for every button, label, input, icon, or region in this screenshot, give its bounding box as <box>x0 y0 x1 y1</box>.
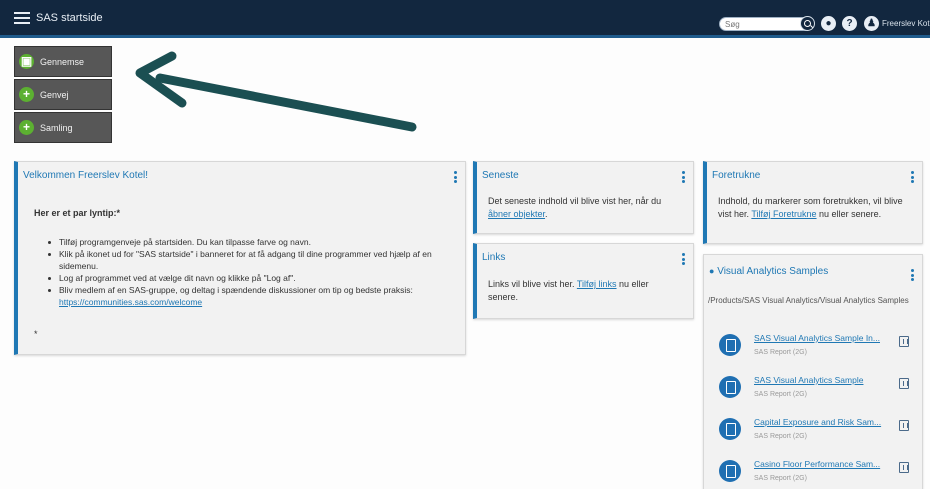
list-item: Tilføj programgenveje på startsiden. Du … <box>46 236 456 248</box>
welcome-heading: Her er et par lyntip:* <box>34 208 121 218</box>
more-options-icon[interactable] <box>682 253 685 265</box>
report-link[interactable]: SAS Visual Analytics Sample In... <box>754 333 880 343</box>
community-link[interactable]: https://communities.sas.com/welcome <box>59 297 202 307</box>
report-type: SAS Report (2G) <box>754 391 807 398</box>
tips-list: Tilføj programgenveje på startsiden. Du … <box>46 236 456 308</box>
favorites-title: Foretrukne <box>712 170 761 181</box>
open-objects-link[interactable]: åbner objekter <box>488 209 545 219</box>
report-icon <box>719 334 741 356</box>
more-options-icon[interactable] <box>454 171 457 183</box>
favorites-text: Indhold, du markerer som foretrukken, vi… <box>718 196 903 219</box>
report-type: SAS Report (2G) <box>754 433 807 440</box>
favorites-card: Foretrukne Indhold, du markerer som fore… <box>703 161 923 244</box>
more-options-icon[interactable] <box>911 171 914 183</box>
footnote: * <box>34 329 38 339</box>
recent-card: Seneste Det seneste indhold vil blive vi… <box>473 161 694 234</box>
list-item[interactable]: SAS Visual Analytics Sample In... SAS Re… <box>719 330 919 368</box>
list-item: Log af programmet ved at vælge dit navn … <box>46 272 456 284</box>
report-link[interactable]: Capital Exposure and Risk Sam... <box>754 417 881 427</box>
report-icon <box>719 418 741 440</box>
welcome-card: Velkommen Freerslev Kotel! Her er et par… <box>14 161 466 355</box>
links-title: Links <box>482 252 506 263</box>
list-item[interactable]: SAS Visual Analytics Sample SAS Report (… <box>719 372 919 410</box>
report-type: SAS Report (2G) <box>754 349 807 356</box>
list-item: Klik på ikonet ud for "SAS startside" i … <box>46 248 456 272</box>
lock-icon: ● <box>709 266 715 276</box>
open-report-icon[interactable] <box>899 336 909 347</box>
report-link[interactable]: Casino Floor Performance Sam... <box>754 459 880 469</box>
recent-text: Det seneste indhold vil blive vist her, … <box>488 196 662 219</box>
va-samples-card: ● Visual Analytics Samples /Products/SAS… <box>703 254 923 489</box>
more-options-icon[interactable] <box>682 171 685 183</box>
add-favorites-link[interactable]: Tilføj Foretrukne <box>751 209 816 219</box>
links-text: Links vil blive vist her. Tilføj links n… <box>488 279 649 302</box>
folder-path: /Products/SAS Visual Analytics/Visual An… <box>708 296 909 305</box>
welcome-title: Velkommen Freerslev Kotel! <box>23 170 149 181</box>
report-type: SAS Report (2G) <box>754 475 807 482</box>
add-links-link[interactable]: Tilføj links <box>577 279 617 289</box>
links-card: Links Links vil blive vist her. Tilføj l… <box>473 243 694 319</box>
open-report-icon[interactable] <box>899 462 909 473</box>
recent-title: Seneste <box>482 170 519 181</box>
open-report-icon[interactable] <box>899 420 909 431</box>
va-samples-title: ● Visual Analytics Samples <box>709 266 829 277</box>
report-link[interactable]: SAS Visual Analytics Sample <box>754 375 863 385</box>
list-item: Bliv medlem af en SAS-gruppe, og deltag … <box>46 284 456 308</box>
list-item[interactable]: Capital Exposure and Risk Sam... SAS Rep… <box>719 414 919 452</box>
more-options-icon[interactable] <box>911 269 914 281</box>
list-item[interactable]: Casino Floor Performance Sam... SAS Repo… <box>719 456 919 489</box>
open-report-icon[interactable] <box>899 378 909 389</box>
report-icon <box>719 460 741 482</box>
report-icon <box>719 376 741 398</box>
